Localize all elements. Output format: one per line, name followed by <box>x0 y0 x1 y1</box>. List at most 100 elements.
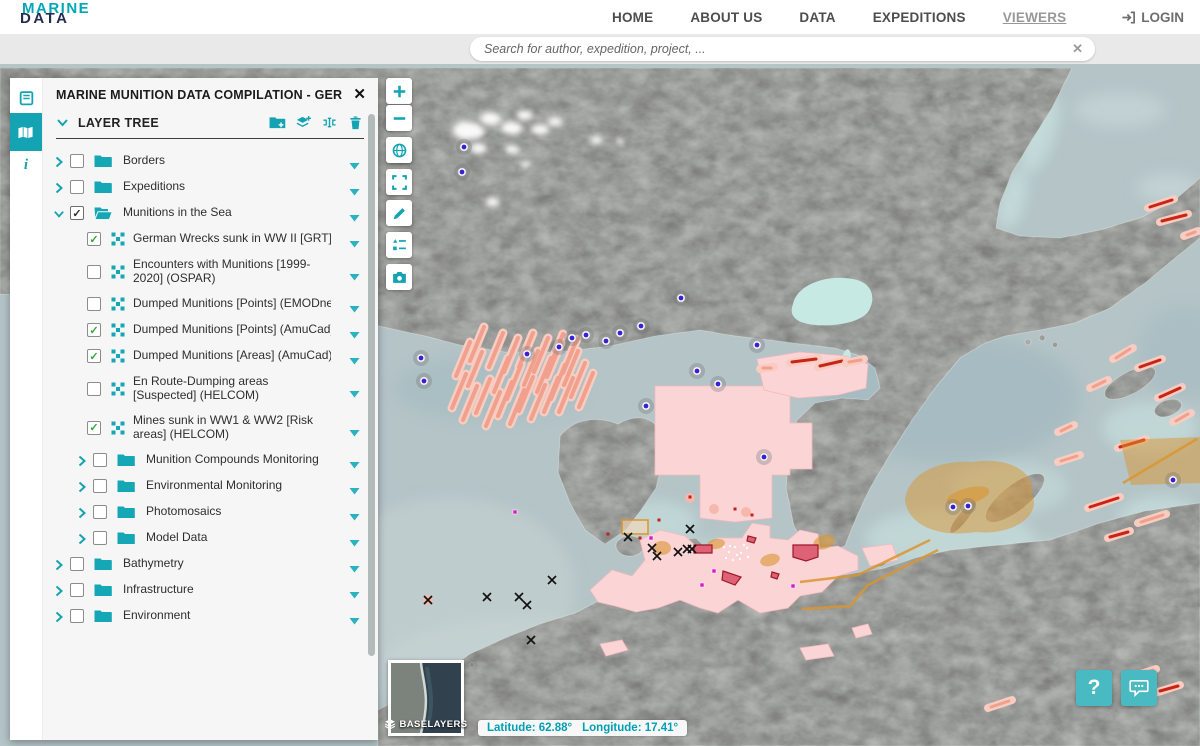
checkbox-encounters-with-munitions-1999-2020-ospa[interactable] <box>87 265 101 279</box>
checkbox-borders[interactable] <box>70 154 84 168</box>
screenshot-button[interactable] <box>386 264 412 290</box>
layer-symbol-icon <box>111 382 125 396</box>
search-clear-icon[interactable]: ✕ <box>1064 41 1083 57</box>
nav-item-data[interactable]: DATA <box>799 10 835 25</box>
checkbox-german-wrecks-sunk-in-ww-ii-grt[interactable]: ✓ <box>87 232 101 246</box>
tree-group-munition-compounds-monitoring[interactable]: Munition Compounds Monitoring <box>48 447 362 473</box>
tree-group-bathymetry[interactable]: Bathymetry <box>48 551 362 577</box>
layer-options-caret[interactable] <box>349 586 360 594</box>
layer-options-caret[interactable] <box>349 300 360 308</box>
checkbox-model-data[interactable] <box>93 531 107 545</box>
checkbox-environment[interactable] <box>70 609 84 623</box>
panel-scrollbar[interactable] <box>368 114 375 656</box>
checkbox-environmental-monitoring[interactable] <box>93 479 107 493</box>
chevron-right-icon[interactable] <box>76 480 88 492</box>
layer-options-caret[interactable] <box>349 424 360 432</box>
search-bar[interactable]: ✕ <box>470 37 1095 61</box>
rename-layer-icon[interactable] <box>321 115 338 130</box>
tree-group-photomosaics[interactable]: Photomosaics <box>48 499 362 525</box>
nav-item-home[interactable]: HOME <box>612 10 653 25</box>
layer-options-caret[interactable] <box>349 352 360 360</box>
nav-item-about-us[interactable]: ABOUT US <box>690 10 762 25</box>
layer-options-caret[interactable] <box>349 385 360 393</box>
folder-icon <box>94 154 112 168</box>
layer-options-caret[interactable] <box>349 209 360 217</box>
checkbox-munition-compounds-monitoring[interactable] <box>93 453 107 467</box>
checkbox-photomosaics[interactable] <box>93 505 107 519</box>
chevron-right-icon[interactable] <box>76 506 88 518</box>
chat-bubble-icon <box>1128 677 1150 699</box>
layer-options-caret[interactable] <box>349 482 360 490</box>
layer-tree-toolbar <box>269 115 364 130</box>
checkbox-bathymetry[interactable] <box>70 557 84 571</box>
checkbox-dumped-munitions-points-amucad[interactable]: ✓ <box>87 323 101 337</box>
tree-layer-german-wrecks-sunk-in-ww-ii-grt[interactable]: ✓German Wrecks sunk in WW II [GRT] <box>48 226 362 252</box>
chevron-right-icon[interactable] <box>53 610 65 622</box>
login-button[interactable]: LOGIN <box>1121 0 1184 34</box>
checkbox-expeditions[interactable] <box>70 180 84 194</box>
draw-button[interactable] <box>386 200 412 226</box>
layer-options-caret[interactable] <box>349 268 360 276</box>
checkbox-en-route-dumping-areas-suspected-helcom[interactable] <box>87 382 101 396</box>
layer-options-caret[interactable] <box>349 183 360 191</box>
chevron-right-icon[interactable] <box>53 558 65 570</box>
tree-layer-dumped-munitions-points-emodnet[interactable]: Dumped Munitions [Points] (EMODnet) <box>48 291 362 317</box>
map-icon[interactable] <box>10 113 42 151</box>
tree-layer-dumped-munitions-areas-amucad[interactable]: ✓Dumped Munitions [Areas] (AmuCad) <box>48 343 362 369</box>
panel-close-icon[interactable]: ✕ <box>353 88 366 102</box>
zoom-in-button[interactable] <box>386 78 412 104</box>
checkbox-infrastructure[interactable] <box>70 583 84 597</box>
delete-layer-icon[interactable] <box>347 115 364 130</box>
checkbox-dumped-munitions-areas-amucad[interactable]: ✓ <box>87 349 101 363</box>
layer-options-caret[interactable] <box>349 326 360 334</box>
layer-options-caret[interactable] <box>349 235 360 243</box>
tree-group-infrastructure[interactable]: Infrastructure <box>48 577 362 603</box>
tree-group-environment[interactable]: Environment <box>48 603 362 629</box>
folder-icon <box>94 206 112 220</box>
chevron-right-icon[interactable] <box>76 454 88 466</box>
chevron-right-icon[interactable] <box>76 532 88 544</box>
nav-item-expeditions[interactable]: EXPEDITIONS <box>873 10 966 25</box>
checkbox-dumped-munitions-points-emodnet[interactable] <box>87 297 101 311</box>
layer-options-caret[interactable] <box>349 560 360 568</box>
tree-group-environmental-monitoring[interactable]: Environmental Monitoring <box>48 473 362 499</box>
tree-group-expeditions[interactable]: Expeditions <box>48 174 362 200</box>
layer-options-caret[interactable] <box>349 508 360 516</box>
checkbox-munitions-in-the-sea[interactable]: ✓ <box>70 206 84 220</box>
layer-label: Photomosaics <box>146 505 221 519</box>
tree-group-borders[interactable]: Borders <box>48 148 362 174</box>
chevron-down-icon[interactable] <box>53 207 65 219</box>
chevron-right-icon[interactable] <box>53 584 65 596</box>
globe-button[interactable] <box>386 137 412 163</box>
legend-book-icon[interactable] <box>10 83 42 113</box>
tree-layer-en-route-dumping-areas-suspected-helcom[interactable]: En Route-Dumping areas [Suspected] (HELC… <box>48 369 362 408</box>
checkbox-mines-sunk-in-ww1-ww2-risk-areas-helcom[interactable]: ✓ <box>87 421 101 435</box>
add-layer-icon[interactable] <box>295 115 312 130</box>
collapse-section-icon[interactable] <box>56 116 69 129</box>
nav-item-viewers[interactable]: VIEWERS <box>1003 10 1067 25</box>
tree-layer-encounters-with-munitions-1999-2020-ospa[interactable]: Encounters with Munitions [1999-2020] (O… <box>48 252 362 291</box>
layer-options-caret[interactable] <box>349 157 360 165</box>
info-icon[interactable]: i <box>10 151 42 179</box>
login-label: LOGIN <box>1141 10 1184 25</box>
layer-options-caret[interactable] <box>349 456 360 464</box>
search-input[interactable] <box>482 41 1064 57</box>
tree-layer-dumped-munitions-points-amucad[interactable]: ✓Dumped Munitions [Points] (AmuCad) <box>48 317 362 343</box>
tree-group-munitions-in-the-sea[interactable]: ✓Munitions in the Sea <box>48 200 362 226</box>
add-folder-icon[interactable] <box>269 115 286 130</box>
chevron-right-icon[interactable] <box>53 181 65 193</box>
legend-button[interactable] <box>386 232 412 258</box>
layer-options-caret[interactable] <box>349 534 360 542</box>
chevron-right-icon[interactable] <box>53 155 65 167</box>
marine-data-logo[interactable]: MARINE DATA <box>22 3 90 25</box>
folder-icon <box>94 557 112 571</box>
layer-options-caret[interactable] <box>349 612 360 620</box>
zoom-out-button[interactable] <box>386 105 412 131</box>
zoom-extent-button[interactable] <box>386 169 412 195</box>
tree-layer-mines-sunk-in-ww1-ww2-risk-areas-helcom[interactable]: ✓Mines sunk in WW1 & WW2 [Risk areas] (H… <box>48 408 362 447</box>
feedback-button[interactable] <box>1121 670 1157 706</box>
baselayers-switcher[interactable]: BASELAYERS <box>388 660 464 736</box>
tree-group-model-data[interactable]: Model Data <box>48 525 362 551</box>
layer-label: Encounters with Munitions [1999-2020] (O… <box>133 258 331 285</box>
help-button[interactable]: ? <box>1076 670 1112 706</box>
